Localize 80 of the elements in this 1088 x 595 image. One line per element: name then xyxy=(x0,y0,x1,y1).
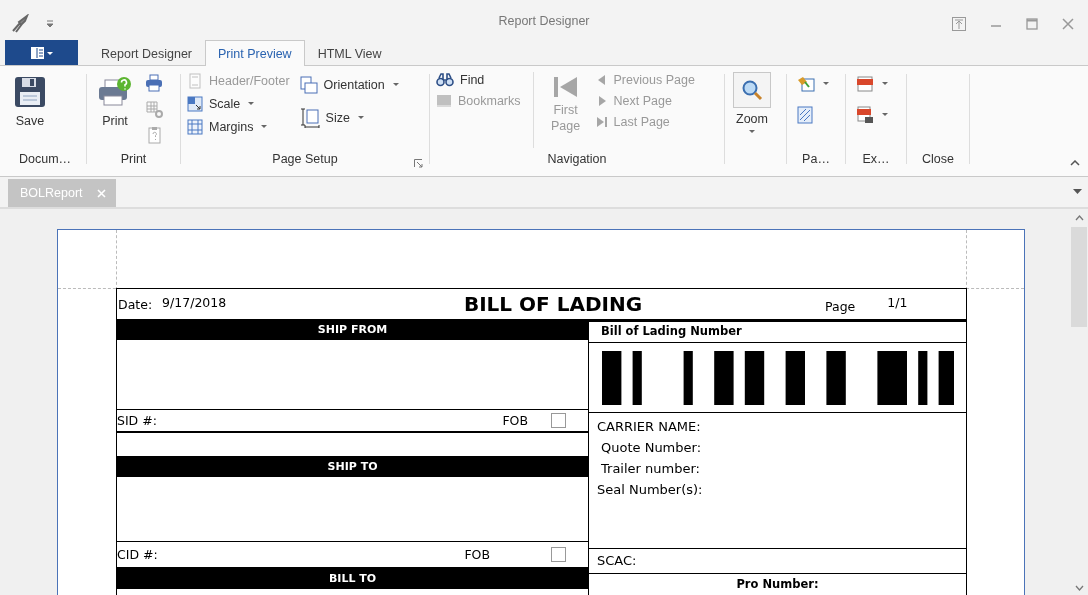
caret-icon[interactable] xyxy=(1073,189,1082,194)
field-label: FOB xyxy=(464,547,490,562)
resize-icon xyxy=(187,96,203,112)
ribbon-tab[interactable]: Print Preview xyxy=(205,40,305,66)
pdf-mail-icon xyxy=(856,106,874,124)
export-pdf-button[interactable] xyxy=(856,76,888,92)
caret-icon xyxy=(882,82,888,86)
find-button[interactable]: Find xyxy=(434,72,523,88)
section-header: SHIP TO xyxy=(117,456,588,477)
margins-button[interactable]: Margins xyxy=(185,118,292,136)
overlapping-pages-icon xyxy=(299,76,318,94)
window-title: Report Designer xyxy=(497,14,591,28)
binoculars-icon xyxy=(436,73,454,87)
email-pdf-button[interactable] xyxy=(856,106,888,124)
page-icon xyxy=(187,73,203,89)
save-button[interactable]: Save xyxy=(8,72,52,152)
page-size-icon xyxy=(299,108,320,128)
group-label: Navigation xyxy=(547,152,607,168)
printer-icon[interactable] xyxy=(145,74,163,92)
magnifier-icon xyxy=(741,79,763,101)
caret-icon xyxy=(882,113,888,117)
printer-icon xyxy=(97,76,133,108)
field-label: Pro Number: xyxy=(589,574,966,595)
page-number: 1/1 xyxy=(887,294,908,312)
dialog-launcher-icon[interactable] xyxy=(414,159,423,168)
field-label: Seal Number(s): xyxy=(597,481,704,499)
field-label: FOB xyxy=(502,413,528,428)
grid-gear-icon[interactable] xyxy=(145,100,163,118)
section-header: SHIP FROM xyxy=(117,319,588,340)
caret-icon xyxy=(248,102,255,106)
app-logo-icon xyxy=(10,14,30,34)
pin-icon[interactable] xyxy=(952,17,966,31)
first-page-icon xyxy=(552,76,579,98)
chevron-down-icon[interactable] xyxy=(1074,585,1084,591)
orientation-button[interactable]: Orientation xyxy=(297,75,401,95)
field-label: SCAC: xyxy=(589,549,966,574)
group-label: Print xyxy=(120,152,147,168)
group-label: Pa… xyxy=(802,152,830,168)
caret-icon xyxy=(749,130,755,134)
zoom-button[interactable]: Zoom xyxy=(729,72,775,176)
caret-icon xyxy=(261,125,268,129)
field-label: SID #: xyxy=(117,413,158,428)
field-label: Bill of Lading Number xyxy=(589,319,966,343)
page-label: Page xyxy=(825,298,856,314)
paint-bucket-icon xyxy=(797,76,815,92)
date-label: Date: xyxy=(118,296,153,312)
grid-icon xyxy=(187,119,203,135)
customize-menu-icon[interactable] xyxy=(46,20,54,28)
scale-button[interactable]: Scale xyxy=(185,95,292,113)
group-label: Docum… xyxy=(18,152,72,168)
paint-bucket-button[interactable] xyxy=(797,76,829,92)
size-button[interactable]: Size xyxy=(297,107,401,129)
document-tab-label: BOLReport xyxy=(20,186,83,200)
close-icon[interactable] xyxy=(1062,18,1074,30)
field-label: CARRIER NAME: xyxy=(597,418,702,436)
group-label: Close xyxy=(922,152,954,168)
chevron-up-icon[interactable] xyxy=(1074,215,1084,221)
hatched-page-icon[interactable] xyxy=(797,106,813,124)
field-label: Quote Number: xyxy=(600,439,703,457)
bookmark-icon xyxy=(436,94,452,108)
last-page-icon xyxy=(595,116,608,128)
section-header: BILL TO xyxy=(117,568,588,589)
caret-icon xyxy=(823,82,829,86)
ribbon-tab[interactable]: HTML View xyxy=(304,40,395,66)
help-page-icon[interactable] xyxy=(145,126,163,144)
ribbon-tab[interactable]: Report Designer xyxy=(88,40,205,66)
date-value: 9/17/2018 xyxy=(162,294,227,310)
group-label: Ex… xyxy=(862,152,890,168)
report-title: BILL OF LADING xyxy=(462,292,644,316)
print-button[interactable]: Print xyxy=(91,72,139,152)
app-menu-button[interactable] xyxy=(5,40,78,65)
caret-icon xyxy=(357,116,364,120)
field-label: CID #: xyxy=(117,547,159,562)
pdf-file-icon xyxy=(856,76,874,92)
caret-icon xyxy=(392,83,399,87)
group-label: Page Setup xyxy=(272,152,338,168)
panel-icon xyxy=(30,46,53,59)
field-label: Trailer number: xyxy=(600,460,701,478)
maximize-icon[interactable] xyxy=(1026,18,1038,30)
chevron-up-icon[interactable] xyxy=(1070,160,1080,166)
